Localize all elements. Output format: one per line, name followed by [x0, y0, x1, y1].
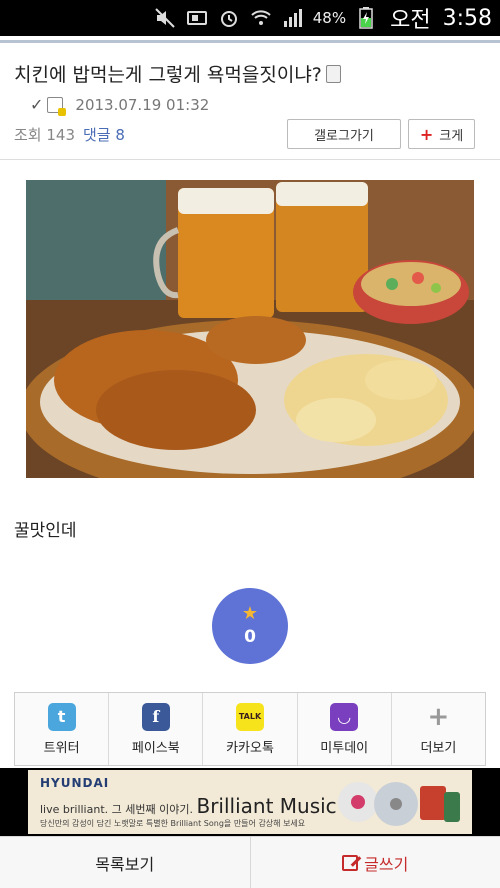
share-bar: t 트위터 f 페이스북 TALK 카카오톡 ◡ 미투데이 + 더보기 [14, 692, 486, 766]
status-bar: 48% 오전 3:58 [0, 0, 500, 36]
share-kakaotalk[interactable]: TALK 카카오톡 [203, 693, 298, 765]
list-button-label: 목록보기 [95, 854, 155, 874]
post-stats: 조회 143 댓글 8 [14, 124, 125, 145]
enlarge-button[interactable]: + 크게 [408, 119, 475, 149]
content-divider [0, 159, 500, 160]
post-title-text: 치킨에 밥먹는게 그렇게 욕먹을짓이냐? [14, 64, 322, 86]
plus-icon: + [419, 124, 434, 144]
status-time: 3:58 [442, 5, 492, 31]
header-divider [0, 40, 500, 43]
ad-headline: live brilliant. 그 세번째 이야기. Brilliant Mus… [40, 794, 337, 818]
wifi-icon [249, 6, 273, 30]
mobile-post-icon [325, 65, 341, 83]
share-twitter[interactable]: t 트위터 [15, 693, 110, 765]
ad-headline-small: live brilliant. 그 세번째 이야기. [40, 803, 193, 816]
twitter-icon: t [47, 702, 76, 731]
share-kakaotalk-label: 카카오톡 [226, 740, 274, 756]
ad-headline-big: Brilliant Music [196, 794, 337, 818]
share-more[interactable]: + 더보기 [392, 693, 485, 765]
ad-brand-logo: HYUNDAI [40, 776, 110, 790]
share-metoday[interactable]: ◡ 미투데이 [298, 693, 392, 765]
enlarge-button-label: 크게 [439, 128, 464, 144]
share-facebook[interactable]: f 페이스북 [109, 693, 204, 765]
mute-icon [153, 6, 177, 30]
gallog-button[interactable]: 갤로그가기 [287, 119, 401, 149]
post-datetime: 2013.07.19 01:32 [75, 95, 210, 114]
medal-star-icon: ★ [241, 603, 259, 624]
facebook-icon: f [141, 702, 170, 731]
share-twitter-label: 트위터 [43, 740, 80, 756]
ad-content: HYUNDAI live brilliant. 그 세번째 이야기. Brill… [28, 770, 472, 834]
share-facebook-label: 페이스북 [131, 740, 180, 756]
gallog-button-label: 갤로그가기 [314, 128, 374, 144]
post-image[interactable] [26, 180, 474, 478]
write-icon [342, 854, 359, 871]
screen-share-icon [185, 6, 209, 30]
share-more-label: 더보기 [420, 740, 457, 756]
battery-charging-icon [354, 6, 378, 30]
ad-subtext: 당신만의 감성이 담긴 노랫말로 특별한 Brilliant Song을 만들어… [40, 819, 306, 828]
recommend-button[interactable]: ★ 0 [212, 588, 288, 664]
write-button-label: 글쓰기 [364, 854, 409, 874]
status-ampm: 오전 [390, 8, 431, 33]
ad-product-image [338, 782, 460, 826]
post-title: 치킨에 밥먹는게 그렇게 욕먹을짓이냐? [14, 60, 341, 87]
signal-icon [281, 6, 305, 30]
post-meta: ✓ 2013.07.19 01:32 [30, 95, 210, 116]
battery-percent: 48% [312, 9, 347, 27]
kakaotalk-icon: TALK [236, 702, 264, 731]
more-icon: + [427, 701, 450, 732]
user-level-icon [47, 96, 67, 116]
recommend-count: 0 [244, 627, 256, 647]
view-count: 조회 143 [14, 126, 75, 144]
alarm-icon [217, 6, 241, 30]
comment-count-link[interactable]: 댓글 8 [83, 124, 125, 145]
check-icon: ✓ [30, 95, 44, 114]
metoday-icon: ◡ [330, 702, 359, 731]
write-button[interactable]: 글쓰기 [249, 837, 500, 888]
list-button[interactable]: 목록보기 [0, 837, 250, 888]
bottom-bar: 목록보기 글쓰기 [0, 836, 500, 888]
post-body: 꿀맛인데 [14, 521, 77, 541]
ad-banner[interactable]: HYUNDAI live brilliant. 그 세번째 이야기. Brill… [0, 768, 500, 836]
share-metoday-label: 미투데이 [320, 740, 369, 756]
